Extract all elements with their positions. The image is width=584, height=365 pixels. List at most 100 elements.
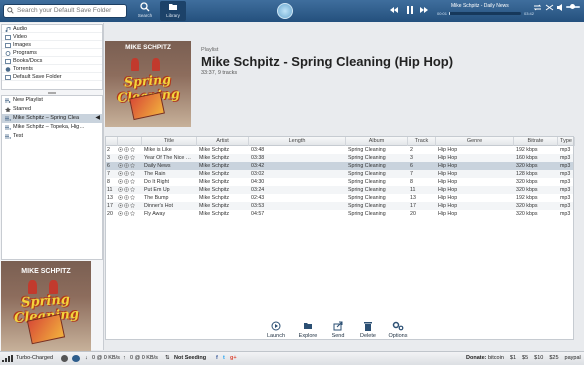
donate-option[interactable]: bitcoin	[488, 355, 504, 361]
star-icon[interactable]	[130, 187, 135, 192]
facebook-icon[interactable]: f	[216, 352, 218, 365]
star-icon[interactable]	[130, 195, 135, 200]
column-header-length[interactable]: Length	[249, 137, 346, 146]
source-item[interactable]: Audio	[2, 25, 102, 33]
row-actions	[118, 171, 136, 177]
globe-icon[interactable]	[72, 355, 80, 362]
source-item[interactable]: Video	[2, 33, 102, 41]
previous-track-icon[interactable]	[389, 5, 399, 15]
play-icon[interactable]	[118, 211, 123, 216]
column-header-genre[interactable]: Genre	[436, 137, 514, 146]
source-item[interactable]: Books/Docs	[2, 57, 102, 65]
table-row[interactable]: 2 Mike is Like Mike Schpitz 03:48 Spring Cle…	[106, 146, 573, 154]
download-icon[interactable]	[124, 171, 129, 176]
seeding-status[interactable]: Not Seeding	[174, 352, 206, 365]
options-button[interactable]: Options	[383, 321, 413, 339]
play-icon[interactable]	[118, 195, 123, 200]
playlist-item[interactable]: Mike Schpitz – Spring Clea ◀	[2, 114, 102, 123]
gear-icon[interactable]	[61, 355, 68, 362]
star-icon[interactable]	[130, 155, 135, 160]
cell-album: Spring Cleaning	[348, 155, 386, 161]
table-row[interactable]: 8 Do It Right Mike Schpitz 04:30 Spring Clea…	[106, 178, 573, 186]
play-icon[interactable]	[118, 187, 123, 192]
download-icon[interactable]	[124, 147, 129, 152]
volume-slider[interactable]	[566, 4, 580, 9]
table-row[interactable]: 17 Dinner's Hot Mike Schpitz 03:53 Spring Cl…	[106, 202, 573, 210]
google-plus-icon[interactable]: g+	[230, 352, 237, 365]
play-icon[interactable]	[118, 147, 123, 152]
donate-option[interactable]: $25	[549, 355, 558, 361]
cell-bitrate: 320 kbps	[516, 203, 538, 209]
download-icon[interactable]	[124, 187, 129, 192]
column-header-album[interactable]: Album	[346, 137, 408, 146]
play-icon[interactable]	[118, 179, 123, 184]
explore-button[interactable]: Explore	[293, 321, 323, 339]
source-item[interactable]: Images	[2, 41, 102, 49]
donate-option[interactable]: $1	[510, 355, 516, 361]
playlist-item[interactable]: Starred	[2, 105, 102, 114]
download-icon[interactable]	[124, 163, 129, 168]
table-row[interactable]: 6 Daily News Mike Schpitz 03:42 Spring Clean…	[106, 162, 573, 170]
search-input[interactable]: Search your Default Save Folder	[3, 4, 127, 18]
play-icon[interactable]	[118, 171, 123, 176]
library-button[interactable]: Library	[160, 1, 186, 21]
column-header-track[interactable]: Track	[408, 137, 436, 146]
search-button[interactable]: Search	[132, 1, 158, 21]
playlist-item[interactable]: Mike Schpitz – Topeka, Hig…	[2, 123, 102, 132]
table-row[interactable]: 20 Fly Away Mike Schpitz 04:57 Spring Cleani…	[106, 210, 573, 218]
next-track-icon[interactable]	[419, 5, 429, 15]
shuffle-icon[interactable]	[545, 4, 554, 11]
source-list: Audio Video Images Programs Books/Docs Torren…	[1, 24, 103, 90]
play-icon[interactable]	[118, 155, 123, 160]
donate-option[interactable]: $5	[522, 355, 528, 361]
delete-button[interactable]: Delete	[353, 321, 383, 339]
source-item[interactable]: Default Save Folder	[2, 73, 102, 81]
star-icon[interactable]	[130, 203, 135, 208]
image-icon	[5, 42, 11, 48]
star-icon[interactable]	[130, 211, 135, 216]
download-icon[interactable]	[124, 195, 129, 200]
twitter-icon[interactable]: t	[223, 352, 225, 365]
torrent-icon	[5, 66, 11, 72]
pause-icon[interactable]	[405, 5, 415, 15]
search-button-label: Search	[137, 13, 153, 18]
app-logo[interactable]	[277, 3, 293, 19]
cell-artist: Mike Schpitz	[199, 179, 230, 185]
connection-status[interactable]: Turbo-Charged	[16, 352, 53, 365]
playlist-item[interactable]: Test	[2, 132, 102, 141]
source-item[interactable]: Programs	[2, 49, 102, 57]
cell-track: 7	[410, 171, 413, 177]
column-header-artist[interactable]: Artist	[197, 137, 249, 146]
star-icon[interactable]	[130, 171, 135, 176]
play-icon[interactable]	[118, 203, 123, 208]
playlist-item[interactable]: New Playlist	[2, 96, 102, 105]
cell-bitrate: 160 kbps	[516, 155, 538, 161]
cell-track: 20	[410, 211, 416, 217]
column-header-type[interactable]: Type	[558, 137, 575, 146]
repeat-icon[interactable]	[533, 4, 542, 11]
star-icon[interactable]	[130, 147, 135, 152]
volume-handle[interactable]	[570, 4, 575, 9]
cell-bitrate: 192 kbps	[516, 195, 538, 201]
star-icon[interactable]	[130, 163, 135, 168]
star-icon[interactable]	[130, 179, 135, 184]
table-row[interactable]: 13 The Bump Mike Schpitz 02:43 Spring Cleani…	[106, 194, 573, 202]
donate-option[interactable]: $10	[534, 355, 543, 361]
download-icon[interactable]	[124, 179, 129, 184]
row-actions	[118, 203, 136, 209]
source-item[interactable]: Torrents	[2, 65, 102, 73]
download-icon[interactable]	[124, 155, 129, 160]
tracks-table: Title Artist Length Album Track Genre Bitrate T…	[105, 136, 575, 340]
column-header-title[interactable]: Title	[142, 137, 197, 146]
launch-button[interactable]: Launch	[261, 321, 291, 339]
download-icon[interactable]	[124, 203, 129, 208]
table-row[interactable]: 11 Put Em Up Mike Schpitz 03:24 Spring Clean…	[106, 186, 573, 194]
table-row[interactable]: 7 The Rain Mike Schpitz 03:02 Spring Cleanin…	[106, 170, 573, 178]
send-button[interactable]: Send	[323, 321, 353, 339]
seek-bar[interactable]	[449, 12, 521, 15]
download-icon[interactable]	[124, 211, 129, 216]
table-row[interactable]: 3 Year Of The Nice … Mike Schpitz 03:38 Spri…	[106, 154, 573, 162]
donate-option[interactable]: paypal	[565, 355, 581, 361]
speaker-icon[interactable]	[118, 163, 123, 168]
column-header-bitrate[interactable]: Bitrate	[514, 137, 558, 146]
